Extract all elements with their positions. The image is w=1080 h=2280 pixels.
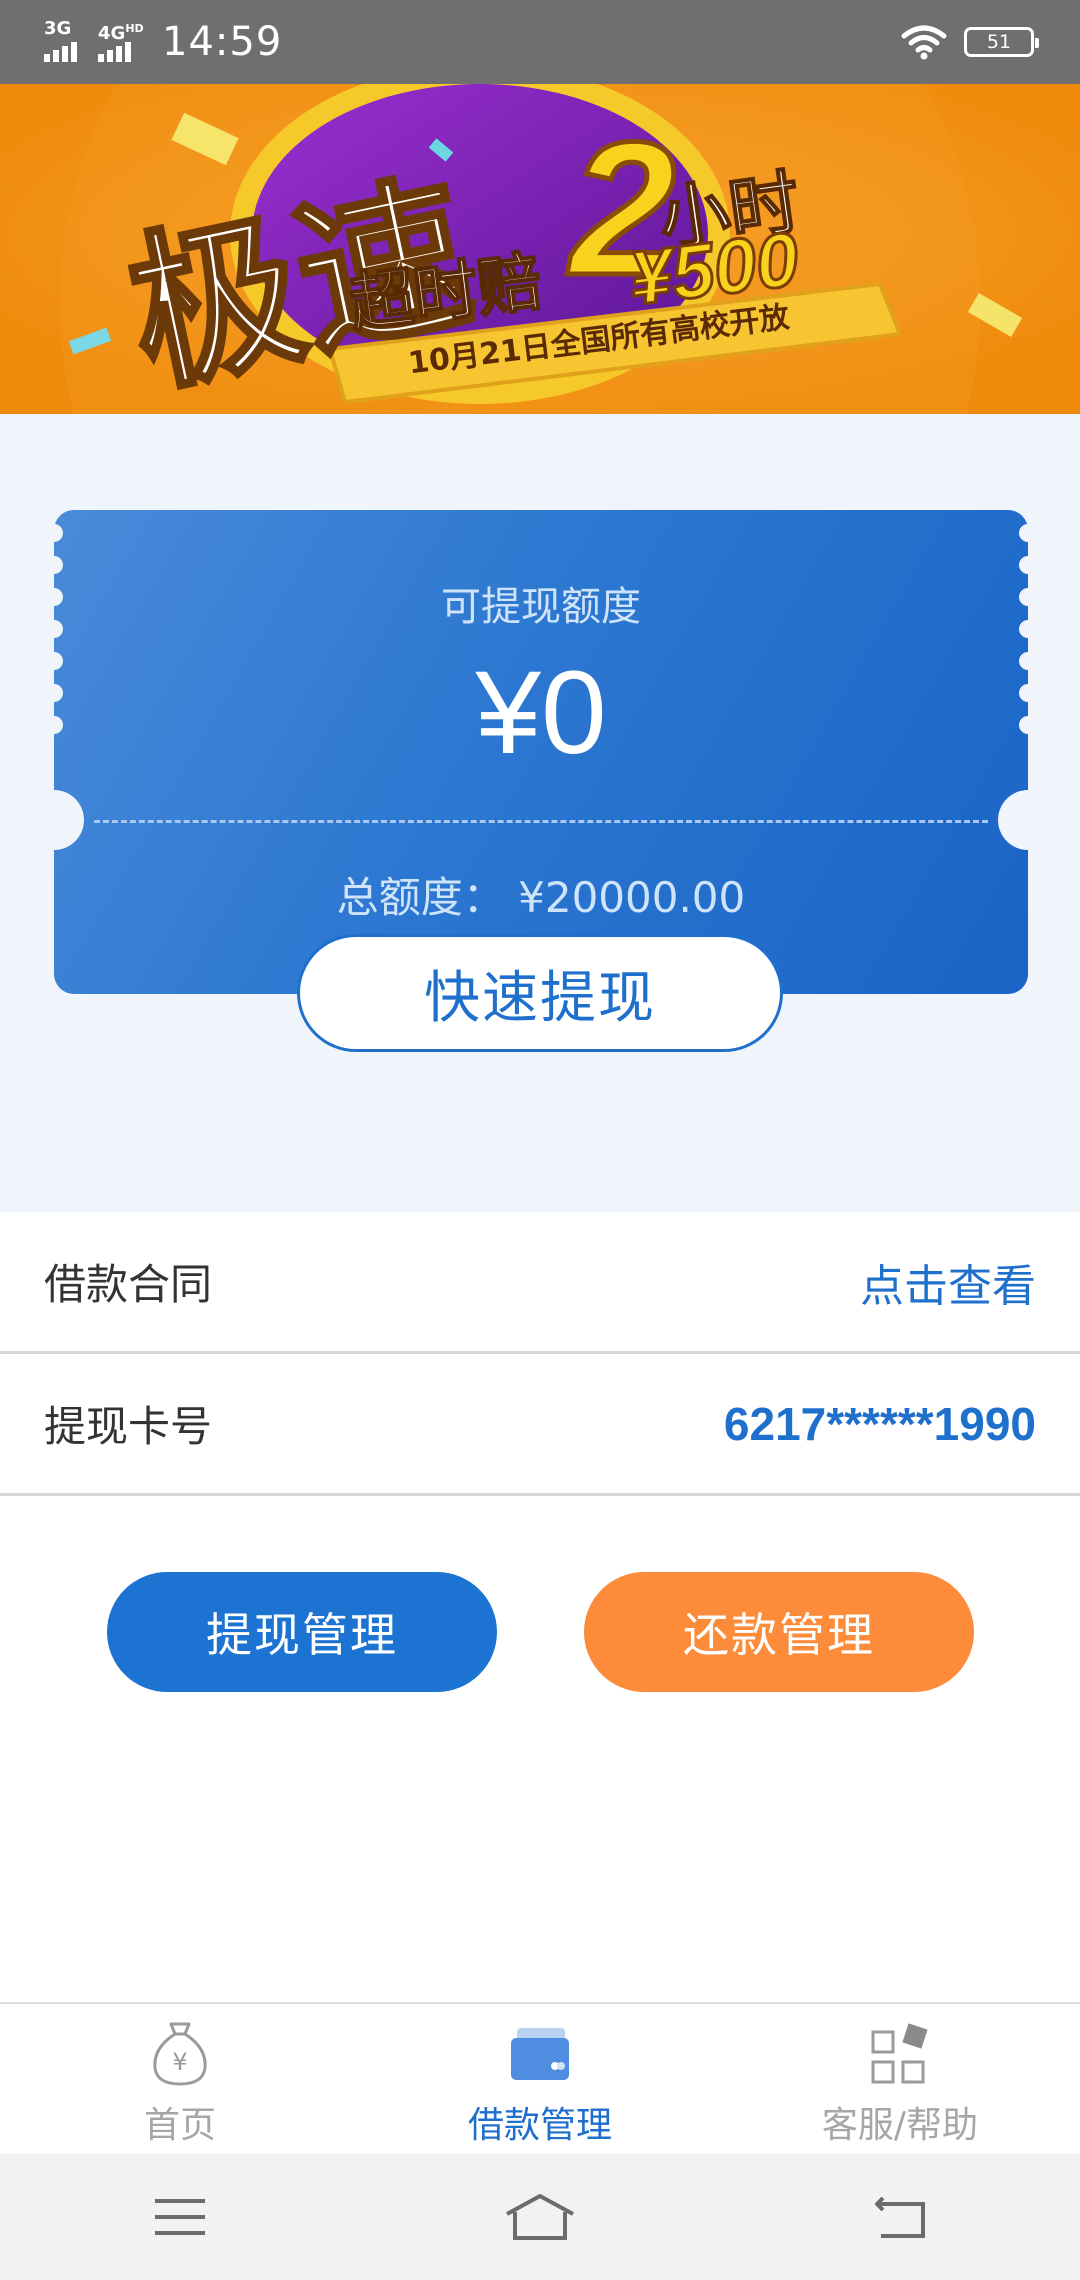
total-limit-amount: ¥20000.00: [518, 873, 746, 922]
system-navigation-bar: [0, 2154, 1080, 2280]
total-limit-label: 总额度：: [336, 873, 505, 922]
withdraw-card-row: 提现卡号 6217******1990: [0, 1354, 1080, 1496]
status-left: 3G 4GHD 14:59: [44, 18, 282, 66]
withdraw-card-label: 提现卡号: [44, 1402, 213, 1451]
menu-icon: [155, 2199, 205, 2235]
repay-manage-button[interactable]: 还款管理: [584, 1572, 974, 1692]
home-nav-button[interactable]: [500, 2182, 580, 2252]
tab-service-help[interactable]: 客服/帮助: [720, 2004, 1080, 2154]
network-type-1: 3G: [44, 18, 72, 39]
grid-icon: [871, 2023, 928, 2084]
home-icon: [506, 2194, 574, 2240]
battery-level: 51: [986, 31, 1012, 53]
total-limit: 总额度： ¥20000.00: [54, 864, 1028, 925]
ticket-divider: [94, 820, 988, 823]
tab-home[interactable]: ¥ 首页: [0, 2004, 360, 2154]
menu-nav-button[interactable]: [140, 2182, 220, 2252]
status-time: 14:59: [162, 19, 283, 65]
withdraw-manage-button[interactable]: 提现管理: [107, 1572, 497, 1692]
money-bag-icon: ¥: [153, 2022, 207, 2086]
signal-4g-icon: 4GHD: [98, 22, 144, 62]
bottom-tab-bar: ¥ 首页 借款管理 客服/帮助: [0, 2002, 1080, 2154]
status-right: 51: [900, 22, 1039, 62]
credit-card-section: 可提现额度 ¥0 总额度： ¥20000.00 快速提现: [0, 414, 1080, 1212]
back-icon: [875, 2196, 925, 2238]
tab-loan-manage-label: 借款管理: [467, 2105, 612, 2146]
signal-3g-icon: 3G: [44, 18, 88, 62]
svg-text:¥: ¥: [172, 2048, 187, 2076]
tab-home-label: 首页: [143, 2105, 216, 2146]
banner-graphic: 10月21日全国所有高校开放 极速 2 小时 超时赔 ¥500: [0, 84, 1080, 414]
loan-contract-label: 借款合同: [44, 1260, 213, 1309]
available-limit-amount: ¥0: [475, 647, 607, 779]
withdraw-card-number: 6217******1990: [723, 1397, 1036, 1450]
credit-ticket: 可提现额度 ¥0 总额度： ¥20000.00: [24, 510, 1058, 994]
view-contract-link[interactable]: 点击查看: [860, 1250, 1036, 1314]
status-bar: 3G 4GHD 14:59 51: [0, 0, 1080, 84]
quick-withdraw-button[interactable]: 快速提现: [297, 934, 783, 1052]
back-nav-button[interactable]: [860, 2182, 940, 2252]
loan-contract-row[interactable]: 借款合同 点击查看: [0, 1212, 1080, 1354]
available-limit-label: 可提现额度: [441, 584, 641, 630]
wifi-icon: [901, 25, 947, 60]
network-type-2: 4GHD: [98, 22, 144, 44]
battery-icon: 51: [964, 27, 1039, 57]
card-icon: [511, 2028, 569, 2080]
promo-banner[interactable]: 10月21日全国所有高校开放 极速 2 小时 超时赔 ¥500: [0, 84, 1080, 414]
tab-loan-manage[interactable]: 借款管理: [360, 2004, 720, 2154]
tab-service-help-label: 客服/帮助: [821, 2105, 979, 2146]
